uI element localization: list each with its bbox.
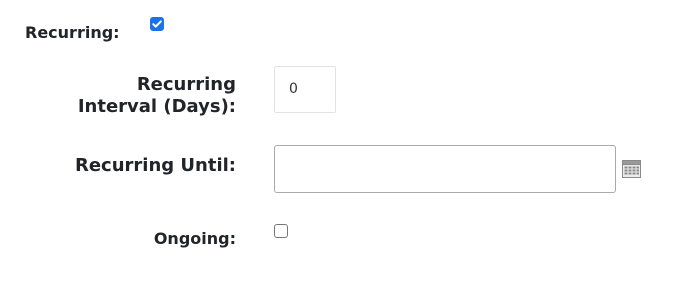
- calendar-icon[interactable]: [622, 160, 641, 178]
- recurring-form: Recurring: Recurring Interval (Days): 0 …: [0, 0, 692, 286]
- recurring-interval-label-line1: Recurring: [136, 74, 236, 95]
- recurring-label: Recurring:: [25, 23, 120, 42]
- checkmark-icon: [152, 20, 162, 28]
- ongoing-label: Ongoing:: [153, 229, 236, 248]
- recurring-checkbox[interactable]: [150, 17, 164, 31]
- recurring-until-input[interactable]: [274, 145, 616, 193]
- recurring-interval-label: Recurring Interval (Days):: [16, 74, 236, 118]
- recurring-interval-input[interactable]: 0: [274, 66, 336, 113]
- recurring-interval-label-line2: Interval (Days):: [77, 96, 236, 117]
- recurring-until-label: Recurring Until:: [74, 155, 236, 176]
- ongoing-checkbox[interactable]: [274, 224, 288, 238]
